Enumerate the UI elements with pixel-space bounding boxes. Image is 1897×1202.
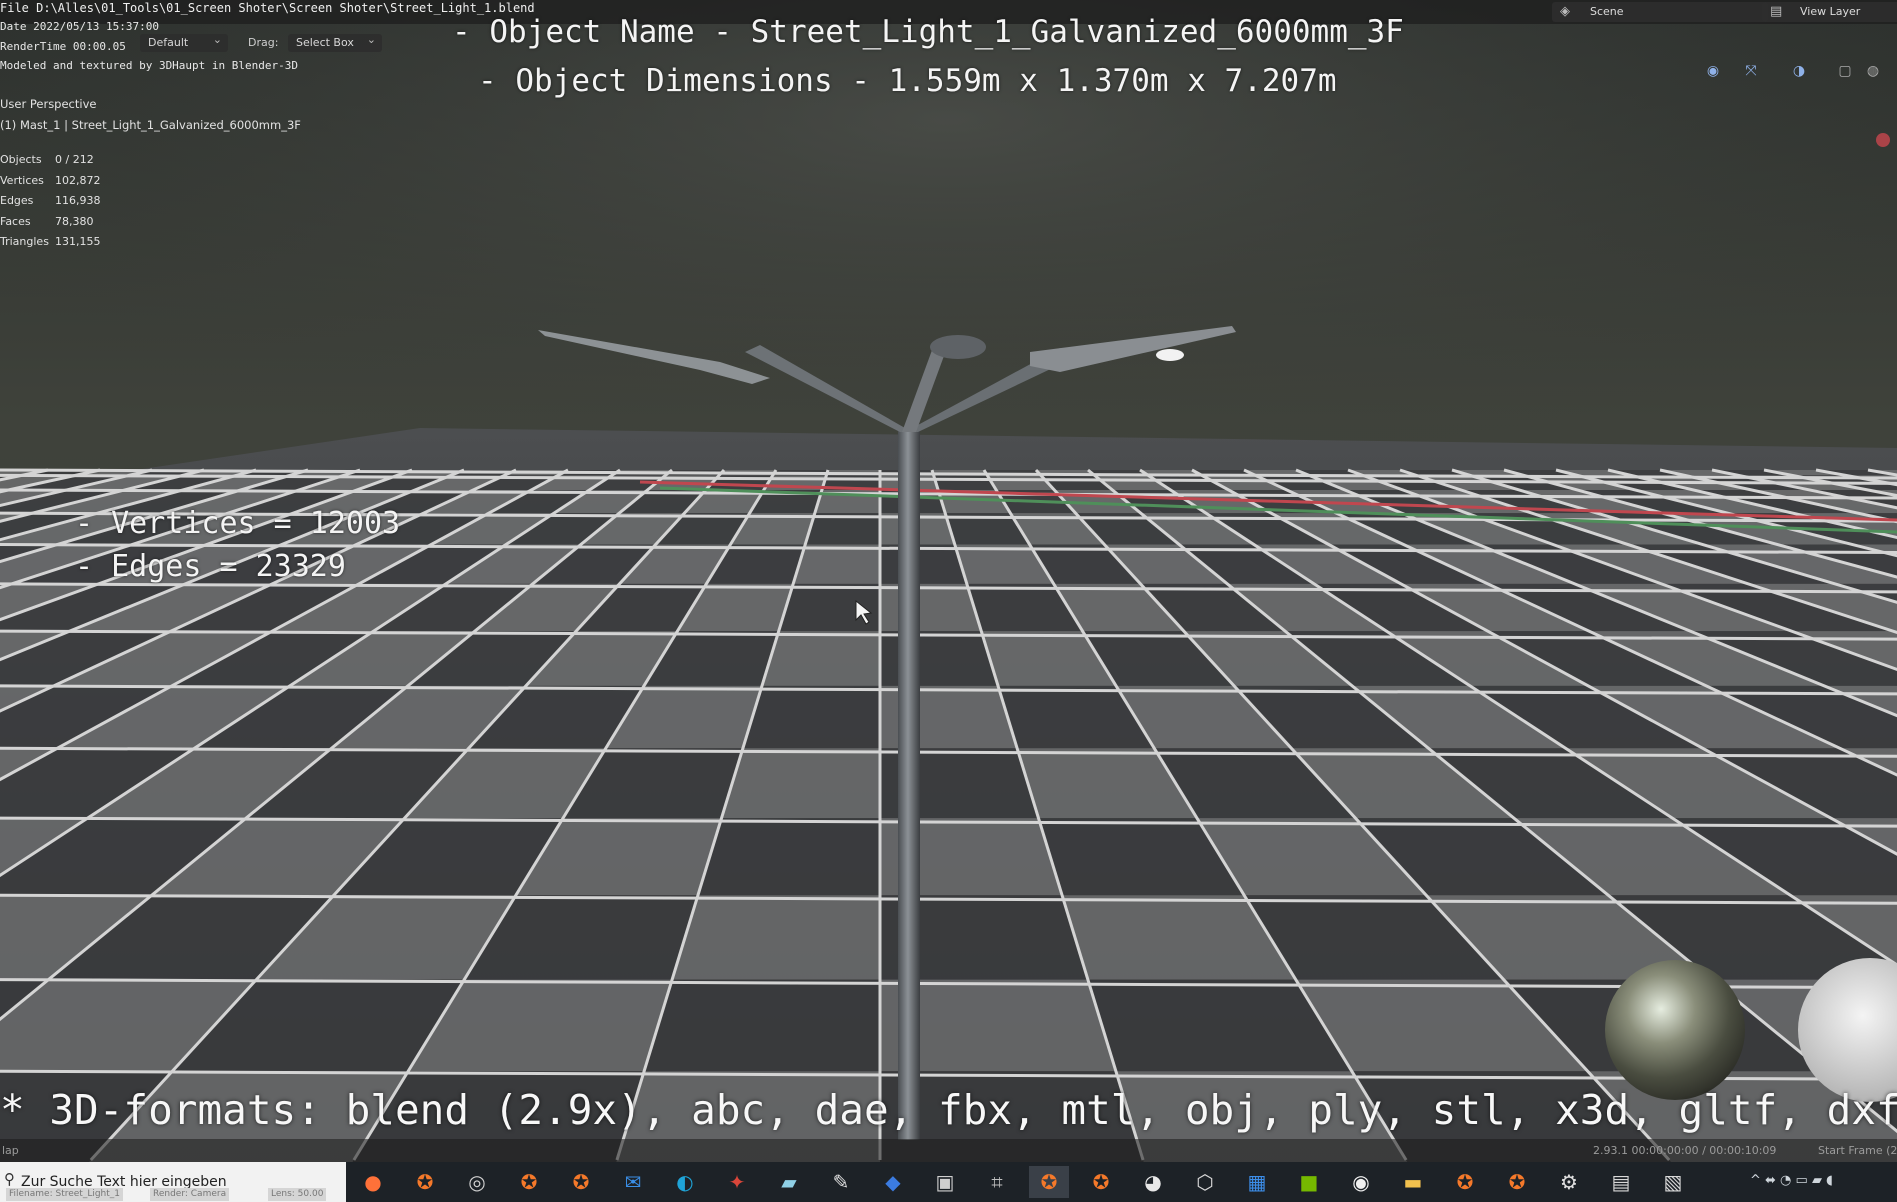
taskbar-3d-viewer-icon[interactable]: ⬡ xyxy=(1185,1166,1225,1198)
search-icon: ⚲ xyxy=(4,1170,15,1188)
status-bar: lap 2.93.1 00:00:00:00 / 00:00:10:09 Sta… xyxy=(0,1139,1897,1162)
active-object-label: (1) Mast_1 | Street_Light_1_Galvanized_6… xyxy=(0,118,301,132)
date-stamp: Date 2022/05/13 15:37:00 xyxy=(0,20,159,33)
taskbar-window-icon[interactable]: ▧ xyxy=(1653,1166,1693,1198)
floor-tile xyxy=(697,818,880,896)
taskbar-mail-icon[interactable]: ✉ xyxy=(613,1166,653,1198)
floor-tile xyxy=(761,631,880,686)
gizmo-toggle-icon[interactable]: ⤧ xyxy=(1740,62,1762,80)
edges-overlay: - Edges = 23329 xyxy=(75,549,346,584)
taskbar-notes-icon[interactable]: ▰ xyxy=(769,1166,809,1198)
floor-tile xyxy=(880,631,999,686)
taskbar-obs-icon[interactable]: ◎ xyxy=(457,1166,497,1198)
taskbar-capture-icon[interactable]: ⌗ xyxy=(977,1166,1017,1198)
taskbar-blender-icon[interactable]: ✪ xyxy=(405,1166,445,1198)
version-timecode: 2.93.1 00:00:00:00 / 00:00:10:09 xyxy=(1593,1144,1777,1157)
taskbar-explorer-icon[interactable]: ▬ xyxy=(1393,1166,1433,1198)
floor-tile xyxy=(721,748,880,819)
floor-tile xyxy=(880,544,967,584)
taskbar-terminal-icon[interactable]: ▣ xyxy=(925,1166,965,1198)
taskbar-paint-icon[interactable]: ✎ xyxy=(821,1166,861,1198)
render-time-stamp: RenderTime 00:00.05 xyxy=(0,40,126,53)
floor-tile xyxy=(672,895,880,980)
object-dimensions-overlay: - Object Dimensions - 1.559m x 1.370m x … xyxy=(478,63,1337,99)
taskbar-app-icon[interactable]: ◆ xyxy=(873,1166,913,1198)
credit-stamp: Modeled and textured by 3DHaupt in Blend… xyxy=(0,59,299,72)
shading-mode-icon[interactable]: ◍ xyxy=(1862,62,1884,80)
object-name-overlay: - Object Name - Street_Light_1_Galvanize… xyxy=(452,14,1404,50)
stat-vertices: Vertices 102,872 xyxy=(0,173,101,187)
taskbar-blender-icon[interactable]: ✪ xyxy=(561,1166,601,1198)
view-layer-label: View Layer xyxy=(1800,5,1861,18)
taskbar-blender-icon[interactable]: ✪ xyxy=(1445,1166,1485,1198)
ghost-label-render: Render: Camera xyxy=(150,1188,230,1201)
visibility-icon[interactable]: ◉ xyxy=(1702,62,1724,80)
ghost-label-lens: Lens: 50.00 xyxy=(268,1188,327,1201)
taskbar-settings-icon[interactable]: ⚙ xyxy=(1549,1166,1589,1198)
scene-statistics: Objects 0 / 212 Vertices 102,872 Edges 116,… xyxy=(0,150,101,253)
view-layer-icon: ▤ xyxy=(1770,4,1783,19)
lamp-pole xyxy=(898,430,920,1140)
stat-faces: Faces 78,380 xyxy=(0,214,94,228)
view-layer-selector[interactable]: ▤ View Layer xyxy=(1762,2,1897,22)
floor-tile xyxy=(742,685,880,749)
taskbar-calendar-icon[interactable]: ▦ xyxy=(1237,1166,1277,1198)
file-path-stamp: File D:\Alles\01_Tools\01_Screen Shoter\… xyxy=(0,1,535,15)
record-indicator-dot xyxy=(1876,133,1890,147)
taskbar-firefox-icon[interactable]: ● xyxy=(353,1166,393,1198)
taskbar-device-icon[interactable]: ▤ xyxy=(1601,1166,1641,1198)
drag-mode-dropdown[interactable]: Select Box xyxy=(288,31,382,52)
floor-tile xyxy=(793,544,880,584)
taskbar-blender-icon[interactable]: ✪ xyxy=(1081,1166,1121,1198)
stat-edges: Edges 116,938 xyxy=(0,194,101,207)
formats-overlay: * 3D-formats: blend (2.9x), abc, dae, fb… xyxy=(0,1086,1897,1134)
ghost-label-filename: Filename: Street_Light_1 xyxy=(6,1188,124,1201)
taskbar-blender-active-icon[interactable]: ✪ xyxy=(1029,1166,1069,1198)
start-frame-label: Start Frame (2 xyxy=(1818,1144,1897,1157)
hdri-preview-sphere xyxy=(1605,960,1745,1100)
stat-objects: Objects 0 / 212 xyxy=(0,153,94,166)
3d-viewport[interactable]: File D:\Alles\01_Tools\01_Screen Shoter\… xyxy=(0,0,1897,1202)
taskbar-blender-icon[interactable]: ✪ xyxy=(1497,1166,1537,1198)
scene-label: Scene xyxy=(1590,5,1624,18)
taskbar-media-icon[interactable]: ◉ xyxy=(1341,1166,1381,1198)
scene-selector[interactable]: ◈ Scene xyxy=(1552,2,1768,22)
lamp-bulb-glow xyxy=(1156,349,1184,361)
taskbar-nvidia-icon[interactable]: ■ xyxy=(1289,1166,1329,1198)
taskbar-tool-icon[interactable]: ✦ xyxy=(717,1166,757,1198)
overlay-toggle-icon[interactable]: ◑ xyxy=(1788,62,1810,80)
system-tray-icons[interactable]: ^ ⬌ ◔ ▭ ▰ ◖ xyxy=(1750,1173,1833,1188)
xray-toggle-icon[interactable]: ▢ xyxy=(1834,62,1856,80)
viewport-perspective-label: User Perspective xyxy=(0,97,97,111)
orientation-dropdown[interactable]: Default xyxy=(140,31,228,52)
drag-label: Drag: xyxy=(248,36,279,49)
taskbar-edge-icon[interactable]: ◐ xyxy=(665,1166,705,1198)
vertices-overlay: - Vertices = 12003 xyxy=(75,506,401,541)
floor-tile xyxy=(880,583,982,632)
lamp-head-back xyxy=(930,335,986,359)
taskbar-blender-icon[interactable]: ✪ xyxy=(509,1166,549,1198)
scene-render xyxy=(0,0,1897,1202)
status-left-text: lap xyxy=(2,1144,19,1157)
scene-icon: ◈ xyxy=(1560,4,1570,19)
taskbar-panda-icon[interactable]: ◕ xyxy=(1133,1166,1173,1198)
windows-taskbar: ⚲ Zur Suche Text hier eingeben Filename:… xyxy=(0,1162,1897,1202)
stat-triangles: Triangles 131,155 xyxy=(0,235,101,248)
taskbar-search-box[interactable]: ⚲ Zur Suche Text hier eingeben Filename:… xyxy=(0,1162,346,1202)
floor-tile xyxy=(933,475,997,490)
floor-tile xyxy=(644,979,880,1072)
